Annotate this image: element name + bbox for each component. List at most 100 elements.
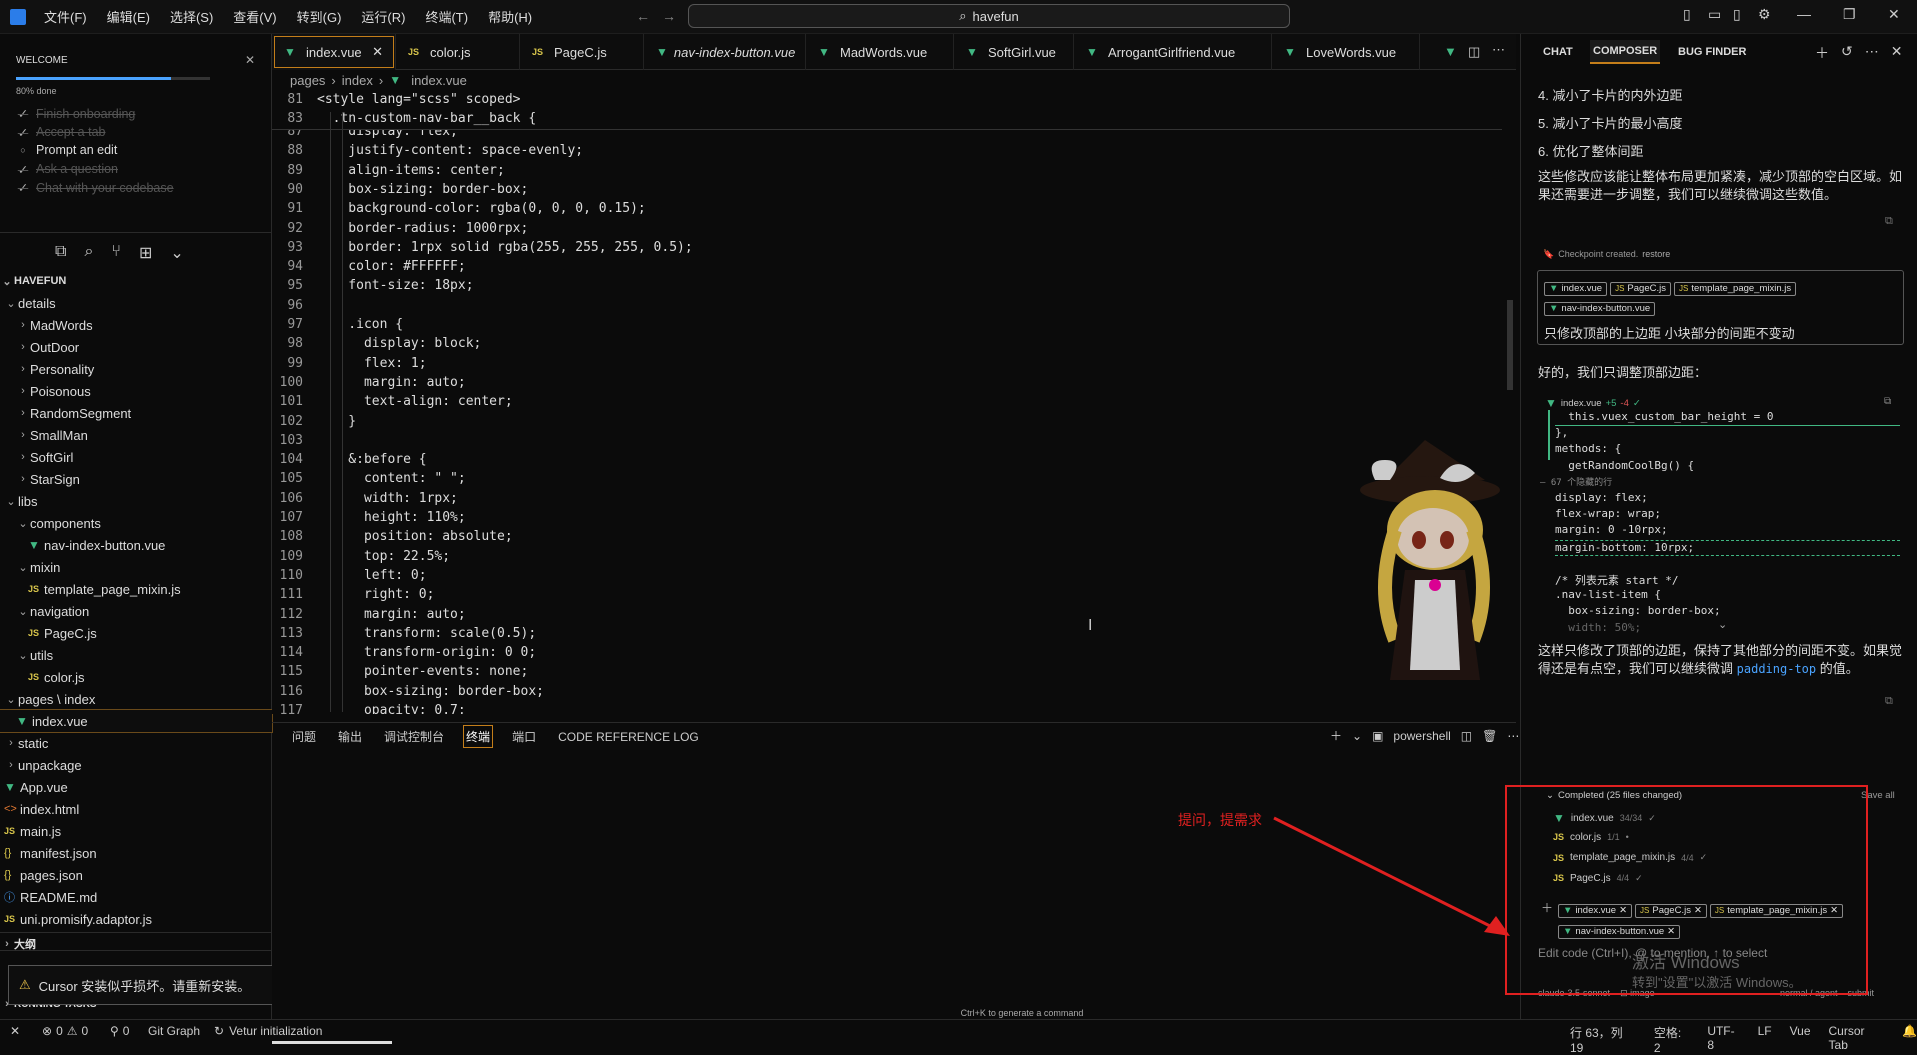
close-welcome-icon[interactable]: ✕	[245, 53, 255, 67]
tab-composer[interactable]: COMPOSER	[1590, 40, 1661, 64]
folder-item[interactable]: ⌄ components	[0, 512, 272, 534]
source-control-icon[interactable]: ⑂	[111, 243, 121, 263]
file-item[interactable]: JS PageC.js	[0, 622, 272, 644]
folder-item[interactable]: ⌄ mixin	[0, 556, 272, 578]
editor-tab[interactable]: ▼ nav-index-button.vue	[644, 34, 806, 70]
eol[interactable]: LF	[1758, 1024, 1772, 1055]
restore-icon[interactable]: ❐	[1843, 6, 1856, 23]
git-graph-button[interactable]: Git Graph	[148, 1024, 200, 1038]
terminal-shell-label[interactable]: powershell	[1393, 729, 1450, 743]
expand-chevron-icon[interactable]: ⌄	[1718, 618, 1727, 631]
split-editor-icon[interactable]: ◫	[1468, 44, 1480, 60]
editor-tab[interactable]: ▼ index.vue ✕	[272, 34, 396, 70]
folder-item[interactable]: › OutDoor	[0, 336, 272, 358]
breadcrumb-item[interactable]: index.vue	[411, 73, 467, 88]
file-item[interactable]: {} manifest.json	[0, 842, 272, 864]
notifications-bell-icon[interactable]: 🔔	[1902, 1024, 1917, 1055]
tab-chat[interactable]: CHAT	[1543, 46, 1573, 58]
editor-tab[interactable]: JS color.js	[396, 34, 520, 70]
folder-item[interactable]: › RandomSegment	[0, 402, 272, 424]
extensions-icon[interactable]: ⊞	[139, 243, 152, 263]
context-chip[interactable]: JS PageC.js	[1610, 282, 1671, 296]
cursor-position[interactable]: 行 63，列 19	[1570, 1024, 1636, 1055]
toggle-panel-icon[interactable]: ▭	[1708, 6, 1721, 23]
toggle-aux-icon[interactable]: ▯	[1733, 6, 1741, 23]
onboarding-item[interactable]: ✓ Finish onboarding	[16, 106, 136, 122]
context-chip[interactable]: ▼ nav-index-button.vue	[1544, 302, 1656, 316]
minimize-icon[interactable]: —	[1797, 6, 1811, 22]
file-item[interactable]: JS color.js	[0, 666, 272, 688]
editor-tab[interactable]: ▼ SoftGirl.vue	[954, 34, 1074, 70]
more-actions-icon[interactable]: ⋯	[1507, 729, 1519, 743]
search-view-icon[interactable]: ⌕	[84, 243, 93, 263]
onboarding-item[interactable]: ✓ Ask a question	[16, 162, 118, 177]
onboarding-item[interactable]: ✓ Accept a tab	[16, 125, 106, 140]
folder-item[interactable]: › StarSign	[0, 468, 272, 490]
file-item[interactable]: ▼ App.vue	[0, 776, 272, 798]
folder-item[interactable]: › SoftGirl	[0, 446, 272, 468]
menu-item[interactable]: 运行(R)	[361, 7, 405, 26]
panel-tab[interactable]: 终端	[463, 725, 494, 748]
panel-tab[interactable]: 调试控制台	[384, 728, 444, 745]
file-item[interactable]: JS main.js	[0, 820, 272, 842]
encoding[interactable]: UTF-8	[1707, 1024, 1739, 1055]
editor-tab[interactable]: ▼ MadWords.vue	[806, 34, 954, 70]
more-tabs-vue-icon[interactable]: ▼	[1444, 44, 1457, 59]
file-item[interactable]: ▼ nav-index-button.vue	[0, 534, 272, 556]
menu-item[interactable]: 转到(G)	[297, 7, 342, 26]
folder-item[interactable]: ⌄ navigation	[0, 600, 272, 622]
forward-arrow-icon[interactable]: →	[662, 8, 676, 24]
vetur-status[interactable]: ↻ Vetur initialization	[214, 1024, 322, 1038]
diff-view[interactable]: this.vuex_custom_bar_height = 0}, methods…	[1540, 410, 1905, 634]
editor-tab[interactable]: ▼ ArrogantGirlfriend.vue	[1074, 34, 1272, 70]
folder-item[interactable]: ⌄ details	[0, 292, 272, 314]
folder-item[interactable]: › Personality	[0, 358, 272, 380]
folder-item[interactable]: › SmallMan	[0, 424, 272, 446]
onboarding-item[interactable]: ✓ Chat with your codebase	[16, 180, 174, 196]
context-chip[interactable]: ▼ index.vue	[1544, 282, 1608, 296]
close-chat-icon[interactable]: ✕	[1891, 43, 1903, 63]
history-icon[interactable]: ↺	[1841, 43, 1853, 63]
copy-icon[interactable]: ⧉	[1885, 695, 1893, 708]
folder-item[interactable]: ⌄ libs	[0, 490, 272, 512]
panel-tab[interactable]: CODE REFERENCE LOG	[558, 730, 699, 744]
context-chip[interactable]: JS template_page_mixin.js	[1673, 282, 1797, 296]
folder-item[interactable]: › MadWords	[0, 314, 272, 336]
panel-tab[interactable]: 输出	[338, 728, 362, 745]
new-chat-icon[interactable]: ＋	[1815, 43, 1829, 63]
restore-link[interactable]: restore	[1642, 249, 1670, 260]
folder-item[interactable]: › Poisonous	[0, 380, 272, 402]
folder-item[interactable]: › unpackage	[0, 754, 272, 776]
menu-item[interactable]: 终端(T)	[425, 7, 468, 26]
chevron-down-icon[interactable]: ⌄	[170, 243, 183, 263]
panel-tab[interactable]: 问题	[292, 728, 316, 745]
file-item[interactable]: ▼ index.vue	[0, 709, 273, 733]
editor-tab[interactable]: JS PageC.js	[520, 34, 644, 70]
more-actions-icon[interactable]: ⋯	[1492, 42, 1505, 58]
menu-item[interactable]: 选择(S)	[170, 7, 213, 26]
remote-icon[interactable]: ✕	[10, 1024, 20, 1038]
editor-scrollbar[interactable]	[1507, 300, 1513, 390]
file-item[interactable]: <> index.html	[0, 798, 272, 820]
explorer-root[interactable]: ⌄ HAVEFUN	[0, 270, 272, 292]
chevron-down-icon[interactable]: ⌄	[1352, 729, 1362, 743]
language-mode[interactable]: Vue	[1790, 1024, 1811, 1055]
breadcrumb-item[interactable]: index	[342, 73, 373, 88]
tab-bug-finder[interactable]: BUG FINDER	[1678, 46, 1746, 58]
copy-icon[interactable]: ⧉	[1885, 215, 1893, 228]
folder-item[interactable]: › static	[0, 732, 272, 754]
split-terminal-icon[interactable]: ◫	[1461, 729, 1472, 743]
toggle-sidebar-icon[interactable]: ▯	[1683, 6, 1691, 23]
close-window-icon[interactable]: ✕	[1888, 6, 1900, 23]
file-item[interactable]: {} pages.json	[0, 864, 272, 886]
ports-indicator[interactable]: ⚲ 0	[110, 1024, 129, 1038]
more-actions-icon[interactable]: ⋯	[1865, 43, 1879, 63]
file-item[interactable]: JS template_page_mixin.js	[0, 578, 272, 600]
cursor-tab-status[interactable]: Cursor Tab	[1829, 1024, 1885, 1055]
back-arrow-icon[interactable]: ←	[636, 8, 650, 24]
indent-setting[interactable]: 空格: 2	[1654, 1024, 1689, 1055]
command-search[interactable]: ⌕ havefun	[688, 4, 1290, 28]
close-tab-icon[interactable]: ✕	[372, 44, 383, 60]
menu-item[interactable]: 帮助(H)	[488, 7, 532, 26]
onboarding-item[interactable]: ○ Prompt an edit	[16, 143, 117, 157]
